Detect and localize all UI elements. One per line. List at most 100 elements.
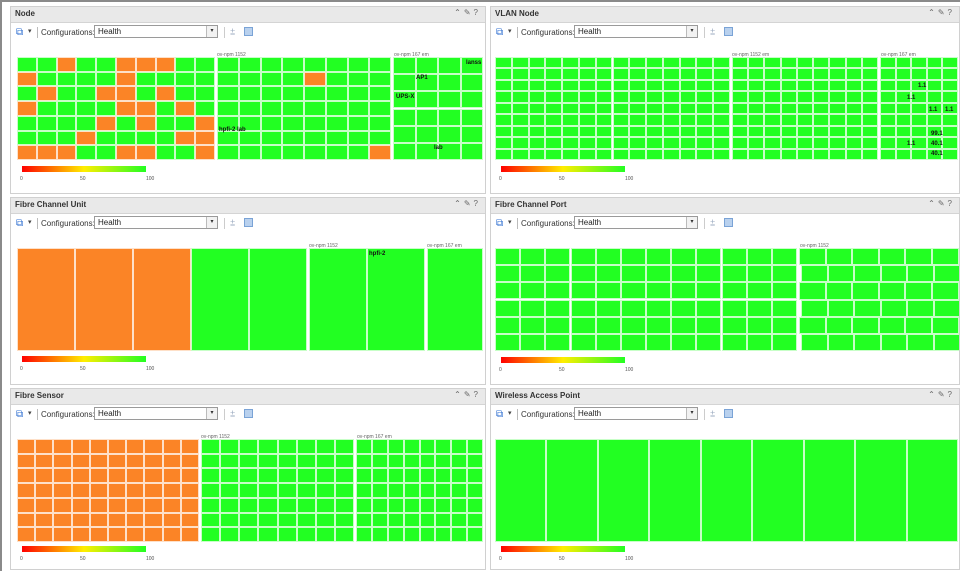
treemap-cell[interactable] <box>304 130 326 146</box>
treemap-cell[interactable] <box>813 148 830 160</box>
treemap-cell[interactable] <box>403 497 420 513</box>
treemap-cell[interactable] <box>746 282 772 300</box>
treemap-cell[interactable] <box>238 86 261 102</box>
treemap-cell[interactable] <box>732 125 749 138</box>
treemap-cell[interactable] <box>520 265 546 283</box>
dropdown-arrow-icon[interactable]: ▾ <box>686 26 697 37</box>
treemap-cell[interactable] <box>764 91 781 103</box>
configurations-select[interactable]: Health ▾ <box>94 407 218 420</box>
treemap-cell[interactable] <box>629 57 647 69</box>
treemap-cell[interactable] <box>71 468 90 484</box>
treemap-cell[interactable] <box>162 527 181 542</box>
treemap-cell[interactable] <box>895 102 912 115</box>
treemap-cell[interactable] <box>545 137 563 149</box>
treemap-cell[interactable] <box>260 130 283 146</box>
map-type-icon[interactable]: ⧉ <box>16 409 28 420</box>
treemap-cell[interactable] <box>371 512 388 528</box>
treemap-cell[interactable] <box>796 79 814 92</box>
treemap-cell[interactable] <box>511 137 529 149</box>
treemap-cell[interactable] <box>813 102 830 115</box>
treemap-cell[interactable] <box>713 57 730 69</box>
treemap-cell[interactable] <box>451 527 468 542</box>
treemap-cell[interactable] <box>36 130 57 146</box>
treemap-cell[interactable] <box>829 68 846 80</box>
treemap-group[interactable] <box>309 248 425 351</box>
treemap-cell[interactable] <box>713 79 730 92</box>
treemap-cell[interactable] <box>679 114 697 126</box>
treemap-cell[interactable] <box>17 497 36 513</box>
treemap-cell[interactable] <box>829 114 846 126</box>
treemap-cell[interactable] <box>415 108 438 126</box>
treemap-cell[interactable] <box>746 299 772 317</box>
treemap-cell[interactable] <box>732 148 749 160</box>
treemap-cell[interactable] <box>646 102 663 115</box>
treemap-cell[interactable] <box>144 468 163 484</box>
treemap-cell[interactable] <box>334 439 354 454</box>
treemap-cell[interactable] <box>629 137 647 149</box>
treemap-cell[interactable] <box>369 145 391 160</box>
treemap-cell[interactable] <box>282 130 304 146</box>
treemap-cell[interactable] <box>334 497 354 513</box>
treemap-cell[interactable] <box>845 102 862 115</box>
treemap-cell[interactable] <box>220 453 240 469</box>
treemap-cell[interactable] <box>76 130 97 146</box>
treemap-cell[interactable] <box>419 527 436 542</box>
treemap-cell[interactable] <box>597 439 650 542</box>
configurations-select[interactable]: Health ▾ <box>574 25 698 38</box>
treemap-cell[interactable] <box>646 79 663 92</box>
treemap-cell[interactable] <box>451 497 468 513</box>
treemap-cell[interactable] <box>53 497 72 513</box>
treemap-cell[interactable] <box>17 57 37 72</box>
treemap-cell[interactable] <box>71 483 90 498</box>
treemap-cell[interactable] <box>53 527 72 542</box>
treemap-cell[interactable] <box>467 439 483 454</box>
treemap-cell[interactable] <box>880 114 896 126</box>
treemap-cell[interactable] <box>562 148 579 160</box>
treemap-cell[interactable] <box>780 148 797 160</box>
treemap-cell[interactable] <box>56 86 77 102</box>
treemap-cell[interactable] <box>260 86 283 102</box>
treemap-cell[interactable] <box>304 101 326 116</box>
treemap-cell[interactable] <box>880 299 908 317</box>
treemap-cell[interactable] <box>942 91 958 103</box>
treemap-cell[interactable] <box>721 299 747 317</box>
treemap-cell[interactable] <box>511 68 529 80</box>
treemap-cell[interactable] <box>403 483 420 498</box>
treemap-cell[interactable] <box>511 148 529 160</box>
treemap-cell[interactable] <box>764 79 781 92</box>
treemap-cell[interactable] <box>942 114 958 126</box>
treemap-cell[interactable] <box>880 125 896 138</box>
treemap-cell[interactable] <box>277 483 297 498</box>
treemap-cell[interactable] <box>732 68 749 80</box>
treemap-cell[interactable] <box>662 102 680 115</box>
treemap-cell[interactable] <box>217 86 239 102</box>
treemap-cell[interactable] <box>861 125 878 138</box>
treemap-cell[interactable] <box>415 91 438 109</box>
treemap-cell[interactable] <box>520 316 546 334</box>
treemap-cell[interactable] <box>813 91 830 103</box>
treemap-cell[interactable] <box>415 57 438 75</box>
treemap-cell[interactable] <box>721 333 747 351</box>
treemap-cell[interactable] <box>926 57 943 69</box>
treemap-cell[interactable] <box>595 68 613 80</box>
treemap-cell[interactable] <box>905 248 932 266</box>
treemap-cell[interactable] <box>700 439 753 542</box>
treemap-cell[interactable] <box>17 439 36 454</box>
map-type-caret-icon[interactable]: ▾ <box>28 218 32 226</box>
treemap-cell[interactable] <box>419 512 436 528</box>
treemap-cell[interactable] <box>201 512 221 528</box>
treemap-cell[interactable] <box>282 101 304 116</box>
treemap-cell[interactable] <box>419 439 436 454</box>
treemap-cell[interactable] <box>646 68 663 80</box>
treemap-cell[interactable] <box>304 57 326 72</box>
map-type-icon[interactable]: ⧉ <box>16 27 28 38</box>
treemap-cell[interactable] <box>239 483 259 498</box>
treemap-cell[interactable] <box>393 57 416 75</box>
treemap-cell[interactable] <box>511 79 529 92</box>
treemap-cell[interactable] <box>796 57 814 69</box>
copy-icon[interactable] <box>724 218 733 227</box>
treemap-cell[interactable] <box>595 248 621 266</box>
treemap-cell[interactable] <box>780 114 797 126</box>
treemap-cell[interactable] <box>296 527 316 542</box>
treemap-cell[interactable] <box>852 282 879 300</box>
